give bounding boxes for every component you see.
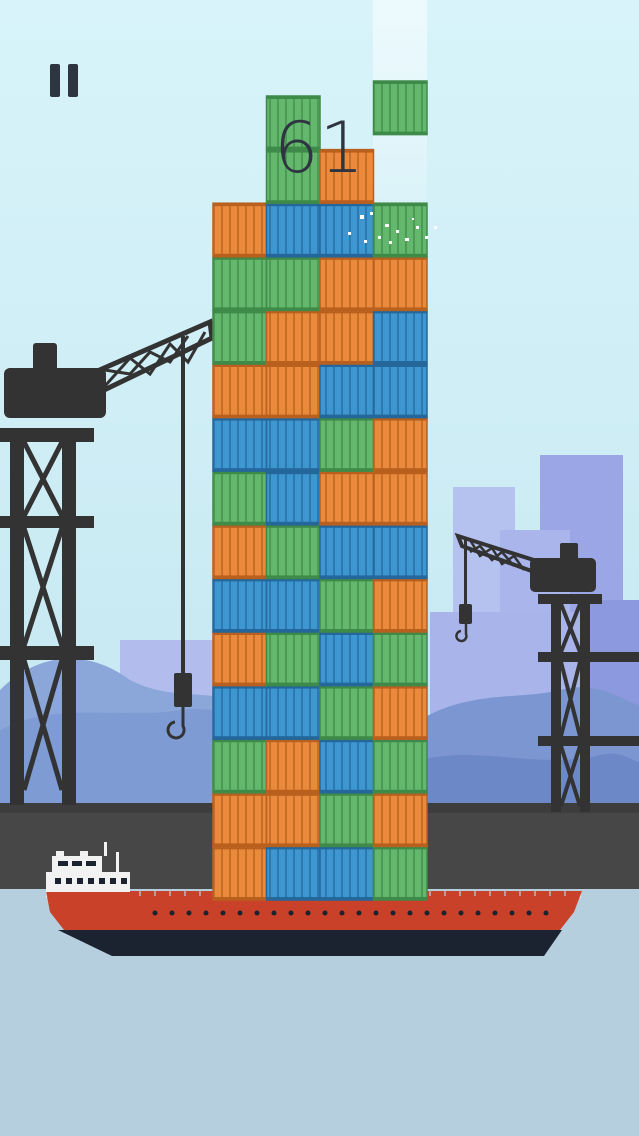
container-green xyxy=(212,738,268,794)
container-blue xyxy=(212,577,268,633)
container-orange xyxy=(212,845,268,901)
container-blue xyxy=(372,309,428,365)
container-orange xyxy=(372,470,428,526)
score-counter: 61 xyxy=(273,107,366,189)
container-green xyxy=(372,202,428,258)
container-blue xyxy=(212,684,268,740)
container-blue xyxy=(372,363,428,419)
container-orange xyxy=(212,631,268,687)
container-orange xyxy=(372,256,428,312)
pause-button[interactable] xyxy=(44,60,84,102)
container-blue xyxy=(265,416,321,472)
container-blue xyxy=(319,202,375,258)
container-orange xyxy=(319,256,375,312)
container-green xyxy=(265,256,321,312)
pause-icon xyxy=(50,64,60,97)
container-orange xyxy=(212,524,268,580)
container-green xyxy=(212,470,268,526)
container-blue xyxy=(265,202,321,258)
container-orange xyxy=(265,738,321,794)
container-orange xyxy=(372,792,428,848)
container-blue xyxy=(265,577,321,633)
container-orange xyxy=(319,309,375,365)
container-orange xyxy=(265,792,321,848)
container-green xyxy=(372,631,428,687)
container-blue xyxy=(212,416,268,472)
container-blue xyxy=(319,363,375,419)
container-blue xyxy=(265,684,321,740)
container-orange xyxy=(319,470,375,526)
container-green xyxy=(212,309,268,365)
container-green xyxy=(265,524,321,580)
container-orange xyxy=(212,792,268,848)
container-orange xyxy=(372,416,428,472)
pause-icon-bar xyxy=(68,64,78,97)
container-green xyxy=(372,845,428,901)
container-green xyxy=(372,738,428,794)
container-orange xyxy=(212,363,268,419)
container-blue xyxy=(319,524,375,580)
container-green xyxy=(212,256,268,312)
container-orange xyxy=(265,363,321,419)
container-green xyxy=(319,684,375,740)
container-blue xyxy=(372,524,428,580)
container-orange xyxy=(372,684,428,740)
container-green xyxy=(319,792,375,848)
container-orange xyxy=(212,202,268,258)
container-tower xyxy=(212,95,428,901)
container-blue xyxy=(319,631,375,687)
container-blue xyxy=(265,845,321,901)
container-blue xyxy=(265,470,321,526)
container-green xyxy=(319,577,375,633)
container-orange xyxy=(372,577,428,633)
container-green xyxy=(265,631,321,687)
container-orange xyxy=(265,309,321,365)
container-blue xyxy=(319,738,375,794)
container-green xyxy=(319,416,375,472)
container-blue xyxy=(319,845,375,901)
